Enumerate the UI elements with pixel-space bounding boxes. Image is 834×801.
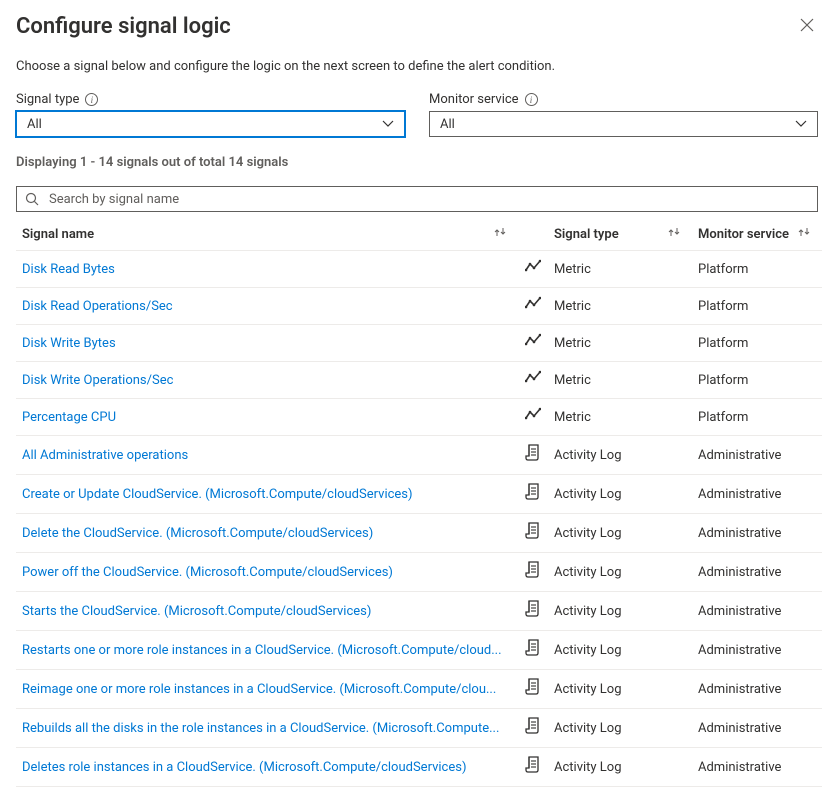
signal-link[interactable]: Deletes role instances in a CloudService…: [22, 760, 467, 775]
activity-log-icon: [525, 639, 541, 657]
monitor-service-cell: Administrative: [692, 514, 822, 553]
signal-link[interactable]: Disk Write Bytes: [22, 336, 116, 351]
signal-type-cell: Activity Log: [548, 553, 692, 592]
page-title: Configure signal logic: [16, 14, 231, 39]
signal-type-cell: Metric: [548, 251, 692, 288]
monitor-service-cell: Administrative: [692, 709, 822, 748]
activity-log-icon: [525, 678, 541, 696]
table-row: Reimage one or more role instances in a …: [16, 670, 822, 709]
monitor-service-cell: Administrative: [692, 553, 822, 592]
signal-link[interactable]: Starts the CloudService. (Microsoft.Comp…: [22, 604, 371, 619]
table-row: Restarts one or more role instances in a…: [16, 631, 822, 670]
table-row: Disk Read Bytes MetricPlatform: [16, 251, 822, 288]
monitor-service-cell: Administrative: [692, 592, 822, 631]
search-icon: [25, 192, 39, 206]
signal-type-cell: Activity Log: [548, 631, 692, 670]
monitor-service-select[interactable]: All: [429, 111, 818, 137]
table-row: Disk Read Operations/Sec MetricPlatform: [16, 288, 822, 325]
monitor-service-cell: Administrative: [692, 436, 822, 475]
signal-link[interactable]: Percentage CPU: [22, 410, 116, 425]
monitor-service-cell: Platform: [692, 325, 822, 362]
result-count: Displaying 1 - 14 signals out of total 1…: [16, 155, 818, 170]
signal-type-cell: Activity Log: [548, 475, 692, 514]
signal-type-cell: Activity Log: [548, 709, 692, 748]
close-icon: [800, 18, 814, 32]
signal-link[interactable]: Create or Update CloudService. (Microsof…: [22, 487, 413, 502]
signal-type-label: Signal type: [16, 92, 79, 107]
monitor-service-label: Monitor service: [429, 92, 519, 107]
sort-icon: [494, 226, 506, 238]
signal-type-cell: Metric: [548, 362, 692, 399]
monitor-service-cell: Administrative: [692, 475, 822, 514]
table-row: Rebuilds all the disks in the role insta…: [16, 709, 822, 748]
monitor-service-cell: Platform: [692, 251, 822, 288]
monitor-service-cell: Administrative: [692, 670, 822, 709]
signal-type-cell: Metric: [548, 399, 692, 436]
signal-type-cell: Activity Log: [548, 514, 692, 553]
col-signal-name-sort[interactable]: [488, 218, 518, 251]
activity-log-icon: [525, 717, 541, 735]
signal-type-cell: Metric: [548, 288, 692, 325]
metric-icon: [525, 407, 541, 423]
signal-type-cell: Activity Log: [548, 436, 692, 475]
signal-type-select[interactable]: All: [16, 111, 405, 137]
signal-link[interactable]: Power off the CloudService. (Microsoft.C…: [22, 565, 393, 580]
table-row: Create or Update CloudService. (Microsof…: [16, 475, 822, 514]
sort-icon: [798, 226, 810, 238]
signal-link[interactable]: Disk Read Bytes: [22, 262, 115, 277]
search-box[interactable]: [16, 186, 818, 212]
metric-icon: [525, 259, 541, 275]
col-monitor-service[interactable]: Monitor service: [692, 218, 792, 251]
monitor-service-cell: Platform: [692, 399, 822, 436]
signal-link[interactable]: Restarts one or more role instances in a…: [22, 643, 502, 658]
metric-icon: [525, 333, 541, 349]
table-row: Starts the CloudService. (Microsoft.Comp…: [16, 592, 822, 631]
metric-icon: [525, 296, 541, 312]
intro-text: Choose a signal below and configure the …: [16, 59, 818, 74]
monitor-service-value: All: [440, 117, 455, 132]
metric-icon: [525, 370, 541, 386]
signal-link[interactable]: Disk Read Operations/Sec: [22, 299, 173, 314]
activity-log-icon: [525, 600, 541, 618]
monitor-service-cell: Administrative: [692, 631, 822, 670]
signal-type-value: All: [27, 117, 42, 132]
monitor-service-cell: Administrative: [692, 748, 822, 787]
signals-table: Signal name Signal type Monitor service …: [16, 218, 822, 787]
table-row: Percentage CPU MetricPlatform: [16, 399, 822, 436]
monitor-service-cell: Platform: [692, 362, 822, 399]
table-row: Deletes role instances in a CloudService…: [16, 748, 822, 787]
signal-link[interactable]: All Administrative operations: [22, 448, 188, 463]
col-signal-name[interactable]: Signal name: [16, 218, 488, 251]
col-signal-type-sort[interactable]: [662, 218, 692, 251]
signal-type-cell: Activity Log: [548, 592, 692, 631]
activity-log-icon: [525, 444, 541, 462]
monitor-service-cell: Platform: [692, 288, 822, 325]
table-row: Disk Write Bytes MetricPlatform: [16, 325, 822, 362]
chevron-down-icon: [795, 120, 807, 128]
table-row: Power off the CloudService. (Microsoft.C…: [16, 553, 822, 592]
sort-icon: [668, 226, 680, 238]
signal-link[interactable]: Rebuilds all the disks in the role insta…: [22, 721, 499, 736]
signal-type-cell: Metric: [548, 325, 692, 362]
table-row: All Administrative operations Activity Lo…: [16, 436, 822, 475]
signal-type-cell: Activity Log: [548, 748, 692, 787]
search-input[interactable]: [47, 191, 809, 208]
activity-log-icon: [525, 561, 541, 579]
info-icon[interactable]: i: [85, 93, 98, 106]
activity-log-icon: [525, 756, 541, 774]
activity-log-icon: [525, 522, 541, 540]
chevron-down-icon: [382, 120, 394, 128]
table-row: Delete the CloudService. (Microsoft.Comp…: [16, 514, 822, 553]
signal-link[interactable]: Delete the CloudService. (Microsoft.Comp…: [22, 526, 373, 541]
info-icon[interactable]: i: [525, 93, 538, 106]
col-monitor-service-sort[interactable]: [792, 218, 822, 251]
activity-log-icon: [525, 483, 541, 501]
signal-link[interactable]: Reimage one or more role instances in a …: [22, 682, 496, 697]
close-button[interactable]: [796, 14, 818, 39]
col-signal-type[interactable]: Signal type: [548, 218, 662, 251]
table-row: Disk Write Operations/Sec MetricPlatform: [16, 362, 822, 399]
signal-type-cell: Activity Log: [548, 670, 692, 709]
signal-link[interactable]: Disk Write Operations/Sec: [22, 373, 173, 388]
